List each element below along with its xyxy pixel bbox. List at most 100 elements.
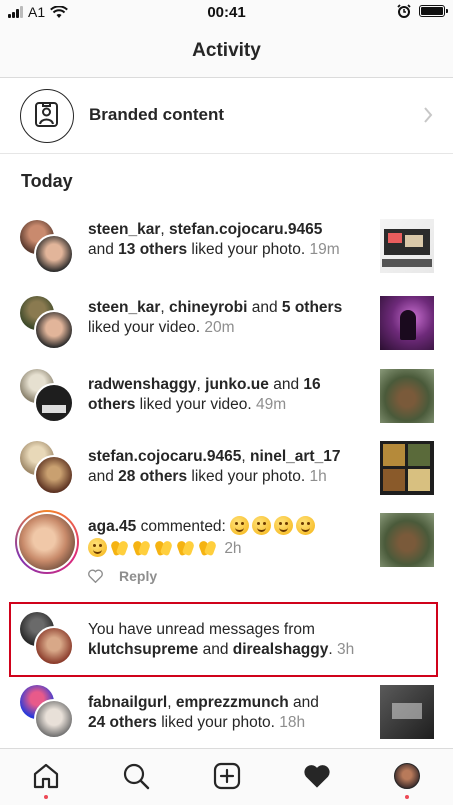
avatar <box>34 699 74 739</box>
profile-notification-dot <box>405 795 409 799</box>
period-text: . <box>328 641 333 658</box>
username-link[interactable]: steen_kar <box>88 221 160 238</box>
grin-emoji-icon <box>274 516 294 535</box>
username-link[interactable]: stefan.cojocaru.9465 <box>88 448 241 465</box>
tab-activity[interactable] <box>302 761 332 791</box>
username-link[interactable]: ninel_art_17 <box>250 448 340 465</box>
username-link[interactable]: fabnailgurl <box>88 694 167 711</box>
timestamp: 2h <box>224 540 242 557</box>
others-count[interactable]: 28 others <box>118 468 187 485</box>
separator-text: , <box>160 221 170 238</box>
avatar-stack[interactable] <box>20 441 74 495</box>
notification-text: steen_kar, stefan.cojocaru.9465 and 13 o… <box>88 220 365 260</box>
status-time: 00:41 <box>207 4 246 21</box>
chevron-right-icon <box>424 107 433 123</box>
branded-content-icon <box>20 89 74 143</box>
post-thumbnail[interactable] <box>380 441 434 495</box>
notification-text: fabnailgurl, emprezzmunch and 24 others … <box>88 693 365 733</box>
activity-row[interactable]: steen_kar, chineyrobi and 5 others liked… <box>0 296 453 356</box>
tab-search[interactable] <box>121 761 151 791</box>
clap-emoji-icon <box>132 538 151 557</box>
notification-text: radwenshaggy, junko.ue and 16 others lik… <box>88 375 365 415</box>
separator-text: , <box>167 694 176 711</box>
timestamp: 3h <box>337 641 355 658</box>
others-count[interactable]: 24 others <box>88 714 157 731</box>
branded-content-label: Branded content <box>89 105 225 124</box>
home-notification-dot <box>44 795 48 799</box>
avatar <box>19 514 75 570</box>
action-text: liked your video. <box>135 396 252 413</box>
username-link[interactable]: klutchsupreme <box>88 641 198 658</box>
branded-content-row[interactable]: Branded content <box>0 78 453 154</box>
separator-text: , <box>241 448 250 465</box>
comment-row[interactable]: aga.45 commented: 2h <box>0 510 453 590</box>
timestamp: 1h <box>309 468 327 485</box>
others-count[interactable]: 13 others <box>118 241 187 258</box>
post-thumbnail[interactable] <box>380 296 434 350</box>
username-link[interactable]: stefan.cojocaru.9465 <box>169 221 322 238</box>
grin-emoji-icon <box>296 516 316 535</box>
action-text: liked your video. <box>88 319 201 336</box>
notification-text: stefan.cojocaru.9465, ninel_art_17 and 2… <box>88 447 365 487</box>
action-text: liked your photo. <box>187 468 306 485</box>
post-thumbnail[interactable] <box>380 219 434 273</box>
clap-emoji-icon <box>176 538 195 557</box>
avatar-stack[interactable] <box>20 612 74 666</box>
profile-avatar <box>394 763 420 789</box>
others-count[interactable]: 5 others <box>282 299 342 316</box>
separator-text: , <box>196 376 206 393</box>
activity-row[interactable]: steen_kar, stefan.cojocaru.9465 and 13 o… <box>0 218 453 278</box>
timestamp: 49m <box>256 396 287 413</box>
username-link[interactable]: radwenshaggy <box>88 376 197 393</box>
tab-profile[interactable] <box>392 761 422 791</box>
avatar-stack[interactable] <box>20 369 74 423</box>
activity-row[interactable]: stefan.cojocaru.9465, ninel_art_17 and 2… <box>0 441 453 501</box>
username-link[interactable]: direalshaggy <box>233 641 329 658</box>
activity-row[interactable]: radwenshaggy, junko.ue and 16 others lik… <box>0 369 453 429</box>
timestamp: 19m <box>309 241 340 258</box>
avatar <box>34 455 74 495</box>
story-avatar-ring[interactable] <box>15 510 79 574</box>
wink-emoji-icon <box>230 516 250 535</box>
tab-home[interactable] <box>31 761 61 791</box>
activity-heart-icon <box>304 765 330 788</box>
avatar <box>34 626 74 666</box>
post-thumbnail[interactable] <box>380 369 434 423</box>
comment-label: commented: <box>136 518 231 535</box>
heart-outline-icon[interactable] <box>88 569 103 583</box>
avatar-stack[interactable] <box>20 220 74 274</box>
avatar-stack[interactable] <box>20 296 74 350</box>
username-link[interactable]: emprezzmunch <box>176 694 289 711</box>
comment-actions: Reply <box>88 568 157 584</box>
status-bar: A1 00:41 <box>0 0 453 24</box>
conjunction-text: and <box>88 241 119 258</box>
messages-label: You have unread messages from <box>88 621 315 638</box>
username-link[interactable]: junko.ue <box>205 376 269 393</box>
action-text: liked your photo. <box>187 241 306 258</box>
activity-row[interactable]: fabnailgurl, emprezzmunch and 24 others … <box>0 685 453 745</box>
username-link[interactable]: aga.45 <box>88 518 136 535</box>
username-link[interactable]: chineyrobi <box>169 299 247 316</box>
post-thumbnail[interactable] <box>380 685 434 739</box>
search-icon <box>123 763 150 790</box>
tab-new-post[interactable] <box>212 761 242 791</box>
status-right <box>397 4 448 18</box>
reply-button[interactable]: Reply <box>119 568 157 584</box>
avatar-stack[interactable] <box>20 685 74 739</box>
comment-text: aga.45 commented: 2h <box>88 516 365 560</box>
tab-bar <box>0 748 453 805</box>
separator-text: , <box>160 299 170 316</box>
section-title-today: Today <box>21 171 73 191</box>
conjunction-text: and <box>288 694 319 711</box>
avatar <box>34 383 74 423</box>
username-link[interactable]: steen_kar <box>88 299 160 316</box>
messages-row[interactable]: You have unread messages from klutchsupr… <box>0 612 453 670</box>
conjunction-text: and <box>247 299 282 316</box>
notification-text: steen_kar, chineyrobi and 5 others liked… <box>88 298 365 338</box>
post-thumbnail[interactable] <box>380 513 434 567</box>
smile-emoji-icon <box>88 538 107 557</box>
clap-emoji-icon <box>154 538 173 557</box>
battery-icon <box>419 5 448 17</box>
action-text: liked your photo. <box>156 714 275 731</box>
avatar <box>34 310 74 350</box>
